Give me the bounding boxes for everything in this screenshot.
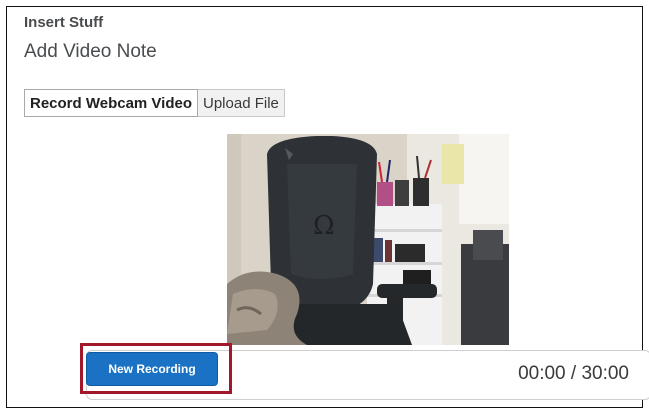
webcam-preview-image: Ω bbox=[227, 134, 509, 345]
tab-record-webcam-video[interactable]: Record Webcam Video bbox=[24, 89, 198, 117]
svg-text:Ω: Ω bbox=[313, 211, 335, 241]
tab-upload-file[interactable]: Upload File bbox=[198, 89, 285, 117]
insert-stuff-dialog: Insert Stuff Add Video Note Record Webca… bbox=[6, 6, 649, 408]
new-recording-button[interactable]: New Recording bbox=[86, 352, 218, 386]
tab-bar: Record Webcam Video Upload File bbox=[24, 89, 285, 117]
webcam-preview: Ω bbox=[227, 134, 509, 345]
page-title: Add Video Note bbox=[24, 41, 157, 62]
dialog-header-title: Insert Stuff bbox=[24, 14, 104, 31]
recording-timer: 00:00 / 30:00 bbox=[518, 363, 629, 384]
